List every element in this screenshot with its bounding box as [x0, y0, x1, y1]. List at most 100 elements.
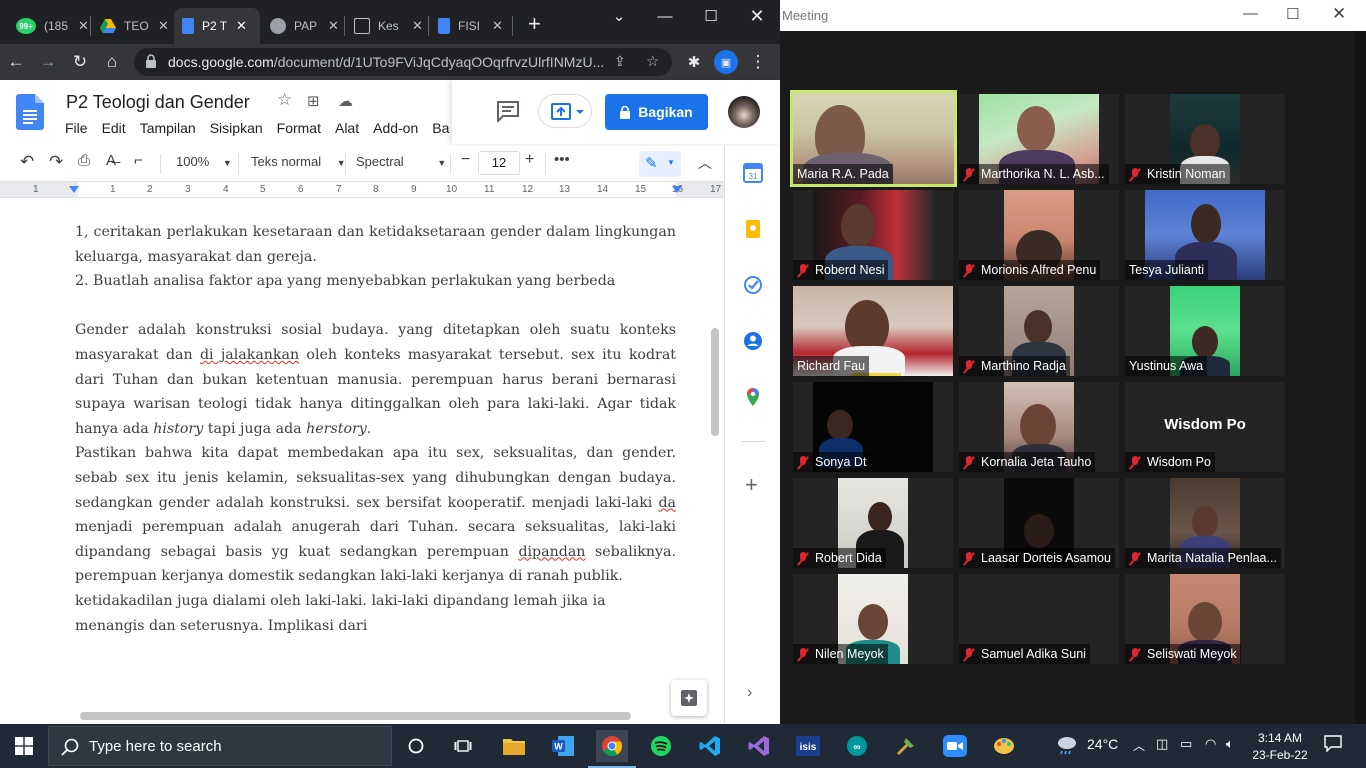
- move-folder-icon[interactable]: ⊞: [307, 92, 320, 110]
- menu-file[interactable]: File: [65, 120, 88, 136]
- participant-tile[interactable]: Roberd Nesi: [793, 190, 953, 280]
- font-select[interactable]: Spectral ▼: [356, 154, 446, 169]
- right-indent-marker[interactable]: [672, 186, 682, 193]
- start-button[interactable]: [0, 724, 48, 768]
- notification-icon[interactable]: [1324, 734, 1342, 755]
- participant-tile[interactable]: Sonya Dt: [793, 382, 953, 472]
- bookmark-star-icon[interactable]: ☆: [646, 52, 659, 70]
- keep-icon[interactable]: [743, 219, 763, 239]
- menu-addons[interactable]: Add-on: [373, 120, 418, 136]
- chevron-up-icon[interactable]: ︿: [1133, 737, 1145, 754]
- participant-tile[interactable]: Nilen Meyok: [793, 574, 953, 664]
- contacts-icon[interactable]: [743, 331, 763, 351]
- meeting-scrollbar[interactable]: [1355, 31, 1366, 724]
- tab-docs-active[interactable]: P2 T ✕: [174, 8, 260, 44]
- close-icon[interactable]: ✕: [158, 18, 169, 34]
- paint-icon[interactable]: [988, 730, 1020, 762]
- misspelled-text[interactable]: di jalakankan: [200, 347, 299, 363]
- redo-icon[interactable]: ↷: [49, 152, 63, 172]
- star-icon[interactable]: ☆: [277, 90, 292, 110]
- chevron-down-icon[interactable]: ⌄: [596, 0, 642, 32]
- taskbar-search[interactable]: Type here to search: [48, 726, 392, 766]
- maximize-button[interactable]: ☐: [1286, 5, 1299, 23]
- participant-tile[interactable]: Yustinus Awa: [1125, 286, 1285, 376]
- present-button[interactable]: [538, 94, 592, 128]
- weather-icon[interactable]: [1055, 734, 1079, 759]
- minimize-button[interactable]: —: [642, 0, 688, 32]
- explore-button[interactable]: [671, 680, 707, 716]
- left-indent-marker[interactable]: [69, 186, 79, 193]
- isis-icon[interactable]: isis: [792, 730, 824, 762]
- cortana-icon[interactable]: [400, 730, 432, 762]
- undo-icon[interactable]: ↶: [20, 152, 34, 172]
- zoom-select[interactable]: 100% ▼: [176, 154, 232, 169]
- participant-tile[interactable]: Kristin Noman: [1125, 94, 1285, 184]
- minimize-button[interactable]: —: [1243, 5, 1258, 22]
- chevron-right-icon[interactable]: ›: [747, 684, 752, 702]
- chrome-taskbar-icon[interactable]: [588, 730, 636, 768]
- document-title[interactable]: P2 Teologi dan Gender: [66, 92, 250, 113]
- ruler[interactable]: 1 1 2 3 4 5 6 7 8 9 10 11 12 13 14 15 16…: [0, 182, 724, 198]
- maximize-button[interactable]: ☐: [688, 0, 734, 32]
- increase-font-size-button[interactable]: +: [525, 151, 534, 169]
- participant-tile[interactable]: Samuel Adika Suni: [959, 574, 1119, 664]
- tab-drive[interactable]: TEO ✕: [92, 8, 177, 44]
- print-icon[interactable]: ⎙: [78, 152, 90, 169]
- battery-icon[interactable]: ▭: [1180, 736, 1192, 752]
- participant-tile[interactable]: Kornalia Jeta Tauho: [959, 382, 1119, 472]
- tab-kes[interactable]: Kes ✕: [346, 8, 431, 44]
- style-select[interactable]: Teks normal ▼: [251, 154, 346, 169]
- calendar-icon[interactable]: 31: [743, 163, 763, 183]
- menu-kebab-icon[interactable]: ⋮: [746, 50, 770, 74]
- wifi-icon[interactable]: ◠: [1205, 736, 1216, 752]
- close-icon[interactable]: ✕: [78, 18, 89, 34]
- spotify-icon[interactable]: [645, 730, 677, 762]
- file-explorer-icon[interactable]: [498, 730, 530, 762]
- vscode-icon[interactable]: [694, 730, 726, 762]
- misspelled-text[interactable]: dipandan: [518, 544, 585, 560]
- paint-format-icon[interactable]: ⌐: [134, 152, 143, 169]
- participant-tile[interactable]: Morionis Alfred Penu: [959, 190, 1119, 280]
- forward-arrow-icon[interactable]: →: [36, 50, 60, 74]
- temperature[interactable]: 24°C: [1087, 736, 1118, 752]
- comment-history-icon[interactable]: [496, 100, 520, 122]
- participant-tile[interactable]: Robert Dida: [793, 478, 953, 568]
- tab-whatsapp[interactable]: 99+ (185 ✕: [8, 8, 97, 44]
- decrease-font-size-button[interactable]: −: [461, 151, 470, 169]
- task-view-icon[interactable]: [447, 730, 479, 762]
- editing-mode-button[interactable]: ✎ ▼: [639, 151, 681, 177]
- back-arrow-icon[interactable]: ←: [4, 50, 28, 74]
- document-canvas[interactable]: 1, ceritakan perlakukan kesetaraan dan k…: [0, 198, 724, 724]
- tasks-icon[interactable]: [743, 275, 763, 295]
- share-button[interactable]: Bagikan: [605, 94, 708, 130]
- vertical-scrollbar[interactable]: [711, 328, 719, 436]
- extensions-icon[interactable]: ✱: [682, 50, 706, 74]
- misspelled-text[interactable]: da: [658, 495, 676, 511]
- participant-tile[interactable]: Marita Natalia Penlaa...: [1125, 478, 1285, 568]
- paragraph[interactable]: ketidakadilan juga dialami oleh laki-lak…: [75, 589, 676, 638]
- paragraph[interactable]: 1, ceritakan perlakukan kesetaraan dan k…: [75, 220, 676, 269]
- volume-icon[interactable]: 🔈︎: [1226, 736, 1234, 752]
- app-tool-icon[interactable]: [890, 730, 922, 762]
- participant-tile[interactable]: Wisdom Po Wisdom Po: [1125, 382, 1285, 472]
- tab-fisi[interactable]: FISI ✕: [430, 8, 511, 44]
- tab-pap[interactable]: PAP ✕: [262, 8, 347, 44]
- paragraph[interactable]: Gender adalah konstruksi sosial budaya. …: [75, 318, 676, 441]
- new-tab-button[interactable]: +: [520, 6, 549, 42]
- close-icon[interactable]: ✕: [328, 18, 339, 34]
- address-bar[interactable]: docs.google.com/document/d/1UTo9FViJqCdy…: [134, 48, 672, 76]
- participant-tile[interactable]: Seliswati Meyok: [1125, 574, 1285, 664]
- spellcheck-icon[interactable]: A̶: [106, 152, 116, 169]
- menu-format[interactable]: Format: [277, 120, 321, 136]
- participant-tile[interactable]: Maria R.A. Pada: [790, 90, 957, 187]
- paragraph[interactable]: Pastikan bahwa kita dapat membedakan apa…: [75, 441, 676, 589]
- close-window-button[interactable]: ✕: [1332, 4, 1346, 24]
- word-icon[interactable]: W: [547, 730, 579, 762]
- close-icon[interactable]: ✕: [236, 18, 247, 34]
- font-size-input[interactable]: 12: [478, 151, 520, 175]
- share-page-icon[interactable]: ⇪: [614, 53, 626, 70]
- horizontal-scrollbar[interactable]: [80, 712, 631, 720]
- participant-tile[interactable]: Tesya Julianti: [1125, 190, 1285, 280]
- menu-insert[interactable]: Sisipkan: [210, 120, 263, 136]
- docs-logo-icon[interactable]: [16, 94, 44, 130]
